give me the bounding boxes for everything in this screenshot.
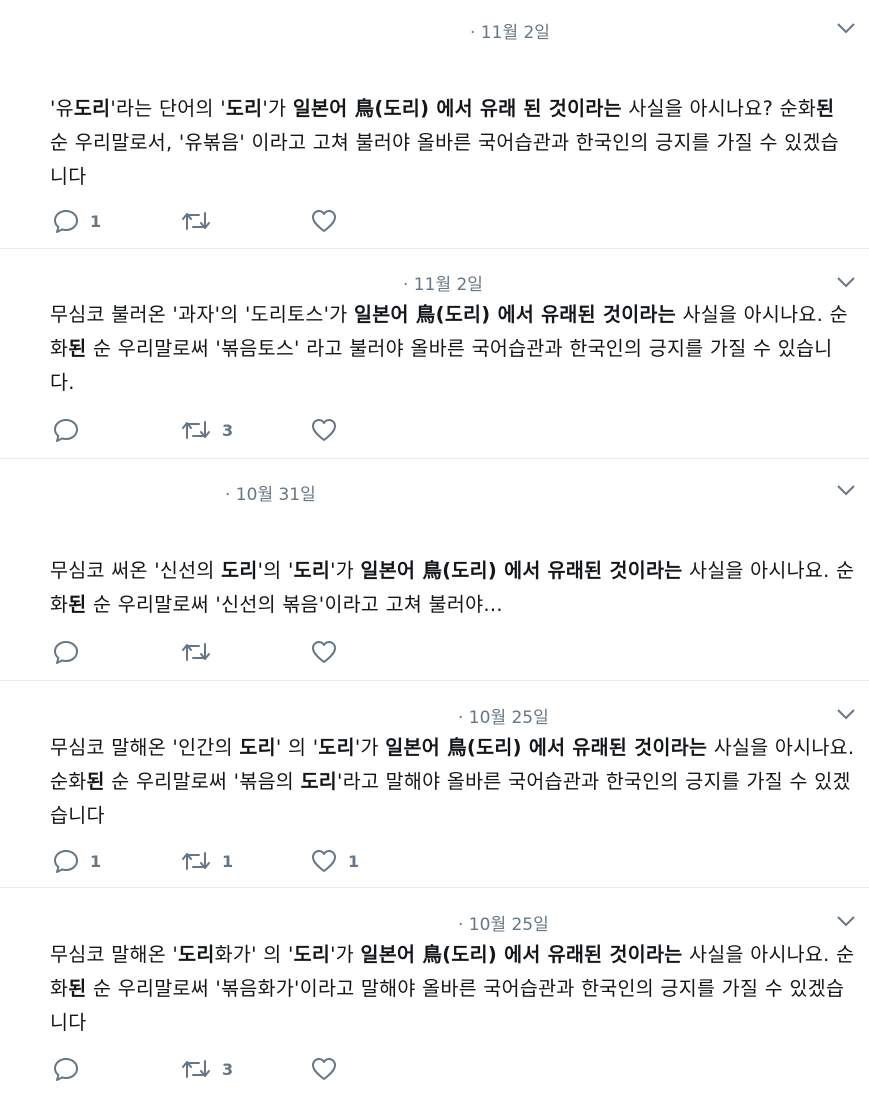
tweet: · 11월 2일 무심코 불러온 '과자'의 '도리토스'가 일본어 鳥(도리)…: [0, 249, 869, 459]
like-button[interactable]: [310, 1054, 348, 1084]
retweet-button[interactable]: [180, 637, 222, 667]
reply-button[interactable]: 1: [52, 206, 101, 236]
text-segment: 순 우리말로써 '볶음의: [104, 770, 301, 793]
like-icon: [310, 1055, 338, 1083]
chevron-down-icon[interactable]: [835, 910, 857, 932]
retweet-button[interactable]: 3: [180, 1054, 233, 1084]
reply-button[interactable]: [52, 1054, 90, 1084]
bold-text-segment: 도리: [318, 736, 355, 759]
retweet-count: 3: [222, 1059, 234, 1079]
bold-text-segment: 된: [68, 337, 87, 360]
tweet-text: '유도리'라는 단어의 '도리'가 일본어 鳥(도리) 에서 유래 된 것이라는…: [50, 92, 855, 194]
chevron-down-icon[interactable]: [835, 479, 857, 501]
tweet-text: 무심코 써온 '신선의 도리'의 '도리'가 일본어 鳥(도리) 에서 유래된 …: [50, 554, 855, 622]
reply-button[interactable]: 1: [52, 846, 101, 876]
bold-text-segment: 된: [68, 977, 87, 1000]
chevron-down-icon[interactable]: [835, 703, 857, 725]
text-segment: ' 의 ': [275, 736, 319, 759]
like-button[interactable]: 1: [310, 846, 359, 876]
text-segment: '라는 단어의 ': [110, 97, 226, 120]
text-segment: '가: [330, 559, 361, 582]
retweet-count: 3: [222, 420, 234, 440]
bold-text-segment: 일본어 鳥(도리) 에서 유래 된 것이라는: [292, 97, 622, 120]
like-icon: [310, 638, 338, 666]
tweet: · 10월 25일 무심코 말해온 '도리화가' 의 '도리'가 일본어 鳥(도…: [0, 888, 869, 1098]
retweet-button[interactable]: 3: [180, 415, 233, 445]
bold-text-segment: 도리: [293, 559, 331, 582]
bold-text-segment: 일본어 鳥(도리) 에서 유래된 것이라는: [354, 303, 676, 326]
retweet-icon: [180, 416, 212, 444]
text-segment: '가: [262, 97, 293, 120]
tweet: · 10월 31일 무심코 써온 '신선의 도리'의 '도리'가 일본어 鳥(도…: [0, 459, 869, 681]
reply-icon: [52, 847, 80, 875]
like-button[interactable]: [310, 206, 348, 236]
retweet-count: 1: [222, 851, 234, 871]
reply-icon: [52, 638, 80, 666]
text-segment: '가: [354, 736, 386, 759]
reply-icon: [52, 1055, 80, 1083]
retweet-icon: [180, 1055, 212, 1083]
bold-text-segment: 일본어 鳥(도리) 에서 유래된 것이라는: [385, 736, 708, 759]
retweet-icon: [180, 847, 212, 875]
text-segment: 무심코 말해온 '인간의: [50, 736, 240, 759]
retweet-button[interactable]: [180, 206, 222, 236]
text-segment: '의 ': [257, 559, 294, 582]
text-segment: 무심코 말해온 ': [50, 943, 179, 966]
bold-text-segment: 일본어 鳥(도리) 에서 유래된 것이라는: [360, 943, 683, 966]
tweet-text: 무심코 불러온 '과자'의 '도리토스'가 일본어 鳥(도리) 에서 유래된 것…: [50, 298, 855, 400]
text-segment: 순 우리말로써 '볶음화가'이라고 말해야 올바른 국어습관과 한국인의 긍지를…: [50, 977, 845, 1034]
bold-text-segment: 도리: [221, 559, 258, 582]
bold-text-segment: 도리: [178, 943, 215, 966]
text-segment: 순 우리말로써 '신선의 볶음'이라고 고쳐 불러야...: [86, 593, 503, 616]
bold-text-segment: 도리: [293, 943, 331, 966]
tweet-date[interactable]: · 11월 2일: [470, 18, 550, 43]
tweet-text: 무심코 말해온 '도리화가' 의 '도리'가 일본어 鳥(도리) 에서 유래된 …: [50, 938, 855, 1040]
tweet-date[interactable]: · 11월 2일: [403, 270, 483, 295]
tweet: · 11월 2일 '유도리'라는 단어의 '도리'가 일본어 鳥(도리) 에서 …: [0, 0, 869, 249]
bold-text-segment: 도리: [239, 736, 276, 759]
text-segment: 화가' 의 ': [214, 943, 294, 966]
tweet-date[interactable]: · 10월 25일: [458, 910, 549, 935]
text-segment: 순 우리말로써 '볶음토스' 라고 불러야 올바른 국어습관과 한국인의 긍지를…: [50, 337, 833, 394]
tweet-date[interactable]: · 10월 31일: [225, 480, 316, 505]
bold-text-segment: 일본어 鳥(도리) 에서 유래된 것이라는: [360, 559, 683, 582]
bold-text-segment: 된: [68, 593, 87, 616]
like-button[interactable]: [310, 415, 348, 445]
like-icon: [310, 847, 338, 875]
tweet: · 10월 25일 무심코 말해온 '인간의 도리' 의 '도리'가 일본어 鳥…: [0, 681, 869, 888]
bold-text-segment: 도리: [300, 770, 338, 793]
reply-button[interactable]: [52, 415, 90, 445]
reply-icon: [52, 207, 80, 235]
chevron-down-icon[interactable]: [835, 271, 857, 293]
text-segment: 무심코 불러온 '과자'의 '도리토스'가: [50, 303, 354, 326]
reply-count: 1: [90, 851, 102, 871]
bold-text-segment: 도리: [73, 97, 111, 120]
like-icon: [310, 207, 338, 235]
bold-text-segment: 된: [816, 97, 835, 120]
reply-button[interactable]: [52, 637, 90, 667]
retweet-button[interactable]: 1: [180, 846, 233, 876]
like-button[interactable]: [310, 637, 348, 667]
text-segment: 사실을 아시나요? 순화: [621, 97, 817, 120]
like-icon: [310, 416, 338, 444]
chevron-down-icon[interactable]: [835, 17, 857, 39]
retweet-icon: [180, 207, 212, 235]
retweet-icon: [180, 638, 212, 666]
like-count: 1: [348, 851, 360, 871]
reply-icon: [52, 416, 80, 444]
tweet-date[interactable]: · 10월 25일: [458, 703, 549, 728]
text-segment: '가: [330, 943, 361, 966]
text-segment: '유: [50, 97, 74, 120]
reply-count: 1: [90, 211, 102, 231]
text-segment: 무심코 써온 '신선의: [50, 559, 222, 582]
bold-text-segment: 도리: [225, 97, 263, 120]
tweet-text: 무심코 말해온 '인간의 도리' 의 '도리'가 일본어 鳥(도리) 에서 유래…: [50, 731, 855, 833]
bold-text-segment: 된: [86, 770, 105, 793]
text-segment: 순 우리말로서, '유볶음' 이라고 고쳐 불러야 올바른 국어습관과 한국인의…: [50, 131, 839, 188]
